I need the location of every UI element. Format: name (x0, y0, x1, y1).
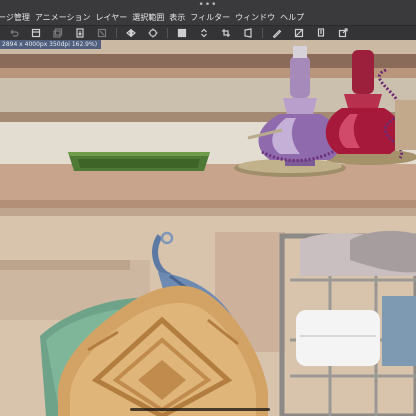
toolbar-divider (167, 28, 168, 38)
menu-layer[interactable]: レイヤー (96, 11, 133, 25)
menu-bar: ージ管理 アニメーション レイヤー 選択範囲 表示 フィルター ウィンドウ ヘル… (0, 11, 416, 25)
menu-view[interactable]: 表示 (169, 11, 190, 25)
layer-fill-icon[interactable] (174, 27, 190, 39)
page-icon[interactable] (28, 27, 44, 39)
menu-help[interactable]: ヘルプ (280, 11, 309, 25)
copy-icon[interactable] (313, 27, 329, 39)
menu-filter[interactable]: フィルター (190, 11, 235, 25)
menu-page-management[interactable]: ージ管理 (0, 11, 35, 25)
pen-icon[interactable] (269, 27, 285, 39)
toolbar-divider (262, 28, 263, 38)
command-bar (0, 25, 416, 40)
menu-selection[interactable]: 選択範囲 (132, 11, 169, 25)
export-arrow-icon[interactable] (335, 27, 351, 39)
crop-icon[interactable] (218, 27, 234, 39)
stepper-icon[interactable] (196, 27, 212, 39)
rotate-icon[interactable] (145, 27, 161, 39)
undo-icon[interactable] (6, 27, 22, 39)
multitasking-dots-icon[interactable]: ••• (199, 1, 218, 10)
home-indicator[interactable] (130, 408, 270, 411)
clip-studio-window: ••• ージ管理 アニメーション レイヤー 選択範囲 表示 フィルター ウィンド… (0, 0, 416, 416)
ruler-icon[interactable] (291, 27, 307, 39)
flip-horizontal-icon[interactable] (123, 27, 139, 39)
page-stack-icon[interactable] (50, 27, 66, 39)
toolbar-divider (116, 28, 117, 38)
export-icon[interactable] (72, 27, 88, 39)
clear-icon[interactable] (94, 27, 110, 39)
window-grab-strip: ••• (0, 0, 416, 11)
drawing-canvas[interactable] (0, 40, 416, 416)
transform-icon[interactable] (240, 27, 256, 39)
canvas-size-label: 2894 x 4000px 350dpi 162.9%) (0, 40, 102, 49)
menu-animation[interactable]: アニメーション (35, 11, 96, 25)
menu-window[interactable]: ウィンドウ (235, 11, 280, 25)
